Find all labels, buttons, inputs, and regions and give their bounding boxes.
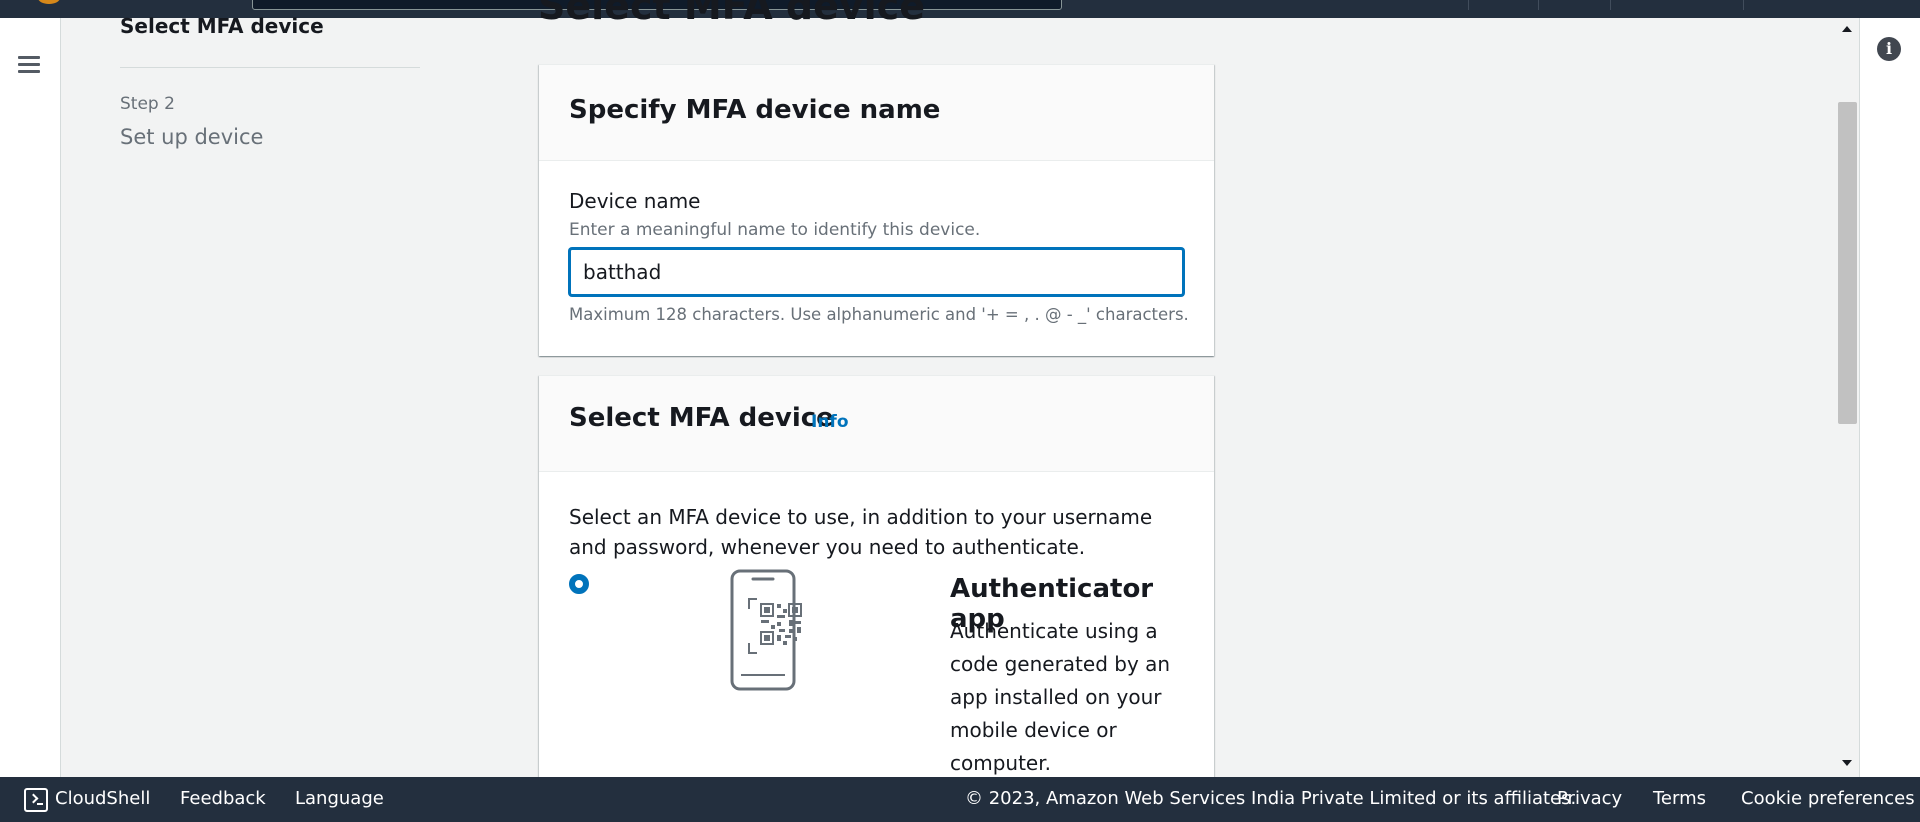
select-mfa-device-description: Select an MFA device to use, in addition… bbox=[569, 505, 1153, 559]
page-scrollbar[interactable] bbox=[1836, 18, 1859, 777]
phone-qr-code-icon bbox=[730, 569, 802, 691]
right-tools-rail: i bbox=[1859, 18, 1920, 777]
authenticator-app-description: Authenticate using a code generated by a… bbox=[950, 619, 1171, 775]
device-name-label: Device name bbox=[569, 189, 701, 213]
console-footer: CloudShell Feedback Language © 2023, Ama… bbox=[0, 777, 1920, 822]
scrollbar-thumb[interactable] bbox=[1838, 102, 1857, 424]
hamburger-menu-icon[interactable] bbox=[18, 56, 42, 78]
device-name-input[interactable] bbox=[569, 248, 1184, 296]
device-name-description: Enter a meaningful name to identify this… bbox=[569, 220, 981, 240]
wizard-step-2-name: Set up device bbox=[120, 125, 264, 149]
page-title: Select MFA device bbox=[538, 0, 925, 28]
wizard-step-current: Select MFA device bbox=[120, 14, 324, 38]
wizard-step-2-number: Step 2 bbox=[120, 94, 175, 114]
copyright-text: © 2023, Amazon Web Services India Privat… bbox=[965, 788, 1577, 809]
nav-divider bbox=[1538, 0, 1539, 10]
left-navigation-rail bbox=[0, 18, 61, 777]
privacy-link[interactable]: Privacy bbox=[1557, 788, 1622, 809]
info-panel-icon[interactable]: i bbox=[1877, 37, 1901, 61]
scroll-up-arrow-icon[interactable] bbox=[1842, 26, 1852, 32]
terms-link[interactable]: Terms bbox=[1653, 788, 1706, 809]
cloudshell-icon[interactable] bbox=[24, 788, 48, 812]
feedback-link[interactable]: Feedback bbox=[180, 788, 266, 809]
cloudshell-link[interactable]: CloudShell bbox=[55, 788, 150, 809]
steps-divider bbox=[120, 67, 420, 68]
nav-divider bbox=[1743, 0, 1744, 10]
device-name-container-header: Specify MFA device name bbox=[539, 65, 1214, 161]
nav-divider bbox=[1468, 0, 1469, 10]
aws-logo[interactable] bbox=[38, 0, 60, 4]
device-name-constraint-text: Maximum 128 characters. Use alphanumeric… bbox=[569, 305, 1189, 324]
device-name-container-title: Specify MFA device name bbox=[569, 95, 941, 125]
device-name-container: Specify MFA device name Device name Ente… bbox=[539, 64, 1214, 356]
select-mfa-device-title: Select MFA device bbox=[569, 403, 834, 433]
info-link[interactable]: Info bbox=[811, 412, 849, 432]
language-selector[interactable]: Language bbox=[295, 788, 384, 809]
select-mfa-device-header: Select MFA device Info bbox=[539, 376, 1214, 472]
nav-divider bbox=[1610, 0, 1611, 10]
authenticator-app-radio[interactable] bbox=[569, 574, 589, 594]
cookie-preferences-link[interactable]: Cookie preferences bbox=[1741, 788, 1915, 809]
scroll-down-arrow-icon[interactable] bbox=[1842, 760, 1852, 766]
select-mfa-device-container: Select MFA device Info Select an MFA dev… bbox=[539, 375, 1214, 795]
